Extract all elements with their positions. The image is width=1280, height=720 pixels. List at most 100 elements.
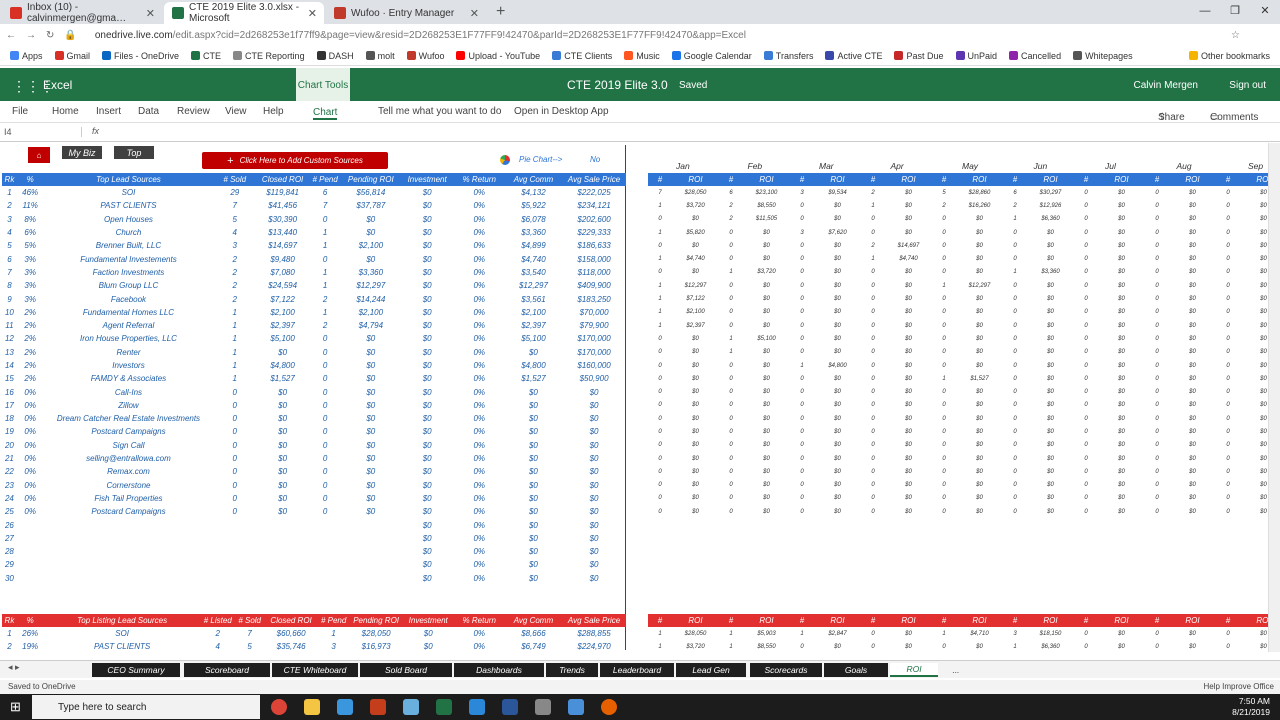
table-cell[interactable]: 0% — [17, 479, 44, 492]
sheet-tab[interactable]: Trends — [546, 663, 598, 677]
column-header[interactable]: Avg Sale Price — [562, 173, 626, 186]
month-cell[interactable]: 0 — [1216, 252, 1240, 265]
table-cell[interactable]: Fundamental Investements — [43, 252, 213, 265]
table-cell[interactable]: 0% — [17, 465, 44, 478]
month-cell[interactable]: $0 — [1098, 213, 1145, 226]
month-cell[interactable]: 0 — [932, 252, 956, 265]
month-column-header[interactable]: ROI — [956, 173, 1003, 186]
month-cell[interactable]: $9,534 — [814, 186, 861, 199]
table-cell[interactable]: 2% — [17, 372, 44, 385]
table-cell[interactable]: $0 — [562, 425, 626, 438]
table-cell[interactable]: $0 — [505, 346, 562, 359]
month-cell[interactable]: $0 — [1098, 346, 1145, 359]
app-icon[interactable] — [403, 699, 419, 715]
menu-view[interactable]: View — [225, 106, 247, 117]
month-cell[interactable]: 0 — [719, 252, 743, 265]
table-cell[interactable]: $0 — [403, 627, 454, 640]
sheet-tab[interactable]: ROI — [890, 663, 938, 677]
month-cell[interactable]: $0 — [672, 465, 719, 478]
month-cell[interactable]: 3 — [1003, 627, 1027, 640]
table-cell[interactable]: $5,100 — [505, 332, 562, 345]
table-cell[interactable]: $0 — [341, 226, 401, 239]
month-cell[interactable]: $0 — [1169, 452, 1216, 465]
month-cell[interactable]: $0 — [1027, 279, 1074, 292]
table-cell[interactable] — [43, 572, 213, 585]
month-cell[interactable]: $0 — [743, 479, 790, 492]
month-cell[interactable]: 2 — [719, 199, 743, 212]
month-cell[interactable]: 0 — [1145, 425, 1169, 438]
store-icon[interactable] — [337, 699, 353, 715]
table-cell[interactable]: 0 — [309, 213, 341, 226]
month-cell[interactable]: 1 — [648, 292, 672, 305]
month-cell[interactable]: 0 — [790, 505, 814, 518]
month-cell[interactable]: 0 — [790, 252, 814, 265]
table-row[interactable]: 18 0% Dream Catcher Real Estate Investment… — [2, 412, 626, 425]
month-cell[interactable]: $0 — [1098, 627, 1145, 640]
star-icon[interactable]: ☆ — [1231, 30, 1240, 41]
sheet-tab[interactable]: CTE Whiteboard — [272, 663, 358, 677]
month-cell[interactable]: 0 — [790, 465, 814, 478]
month-cell[interactable]: 0 — [1145, 332, 1169, 345]
column-header[interactable]: Avg Comm — [504, 614, 563, 627]
column-header[interactable]: % — [16, 173, 44, 186]
month-column-header[interactable]: # — [861, 173, 885, 186]
table-cell[interactable]: $16,973 — [350, 640, 403, 652]
month-cell[interactable]: $0 — [1027, 465, 1074, 478]
month-cell[interactable]: 1 — [648, 279, 672, 292]
table-cell[interactable]: Fish Tail Properties — [43, 492, 213, 505]
table-cell[interactable]: selling@entrallowa.com — [43, 452, 213, 465]
month-cell[interactable]: $0 — [1169, 226, 1216, 239]
month-cell[interactable]: $0 — [814, 505, 861, 518]
month-cell[interactable]: $0 — [743, 385, 790, 398]
table-cell[interactable]: 5 — [235, 640, 265, 652]
month-cell[interactable]: 0 — [790, 239, 814, 252]
table-cell[interactable]: 1 — [2, 186, 17, 199]
sheet-tab[interactable]: Leaderboard — [600, 663, 674, 677]
table-cell[interactable]: $56,814 — [341, 186, 401, 199]
month-cell[interactable]: 0 — [1145, 199, 1169, 212]
sheet-tab[interactable]: ... — [948, 663, 964, 677]
month-cell[interactable]: $0 — [743, 239, 790, 252]
table-cell[interactable]: 0% — [454, 518, 505, 531]
table-cell[interactable]: 2% — [17, 332, 44, 345]
table-cell[interactable]: $2,100 — [341, 239, 401, 252]
table-row[interactable]: 27 $0 0% $0 $0 — [2, 532, 626, 545]
table-cell[interactable]: 7 — [309, 199, 341, 212]
month-cell[interactable]: $0 — [814, 439, 861, 452]
table-row[interactable]: 1 $7,122 0 $0 0 $0 0 $0 0 $0 0 $0 0 $0 0 $0 0 $0 — [648, 292, 1280, 305]
month-column-header[interactable]: ROI — [1098, 173, 1145, 186]
month-cell[interactable]: 0 — [648, 359, 672, 372]
windows-start-icon[interactable]: ⊞ — [10, 699, 21, 715]
table-cell[interactable] — [17, 558, 44, 571]
month-cell[interactable]: 0 — [1216, 627, 1240, 640]
table-cell[interactable]: $0 — [341, 492, 401, 505]
table-cell[interactable]: 0% — [454, 213, 505, 226]
table-cell[interactable]: 0 — [214, 492, 257, 505]
month-cell[interactable]: 0 — [648, 346, 672, 359]
table-cell[interactable]: 8% — [17, 213, 44, 226]
month-cell[interactable]: 0 — [861, 213, 885, 226]
month-cell[interactable]: 0 — [1145, 479, 1169, 492]
month-column-header[interactable]: # — [932, 614, 956, 627]
table-cell[interactable]: 0% — [454, 627, 505, 640]
month-column-header[interactable]: ROI — [672, 614, 719, 627]
column-header[interactable]: Closed ROI — [264, 614, 318, 627]
table-cell[interactable]: 1 — [214, 319, 257, 332]
table-cell[interactable]: 0% — [454, 279, 505, 292]
table-cell[interactable]: $0 — [505, 492, 562, 505]
month-cell[interactable]: $0 — [885, 492, 932, 505]
column-header[interactable]: Closed ROI — [256, 173, 310, 186]
month-cell[interactable]: 1 — [1003, 266, 1027, 279]
month-cell[interactable]: $0 — [1027, 292, 1074, 305]
month-cell[interactable]: 0 — [861, 465, 885, 478]
month-cell[interactable]: $0 — [814, 479, 861, 492]
month-cell[interactable]: 0 — [932, 346, 956, 359]
month-cell[interactable]: $0 — [1169, 505, 1216, 518]
month-cell[interactable]: $16,260 — [956, 199, 1003, 212]
month-cell[interactable]: $0 — [1169, 266, 1216, 279]
table-cell[interactable]: $0 — [505, 532, 562, 545]
month-cell[interactable]: $0 — [956, 213, 1003, 226]
month-cell[interactable]: $0 — [743, 372, 790, 385]
table-cell[interactable]: 0% — [17, 439, 44, 452]
month-cell[interactable]: 0 — [861, 452, 885, 465]
